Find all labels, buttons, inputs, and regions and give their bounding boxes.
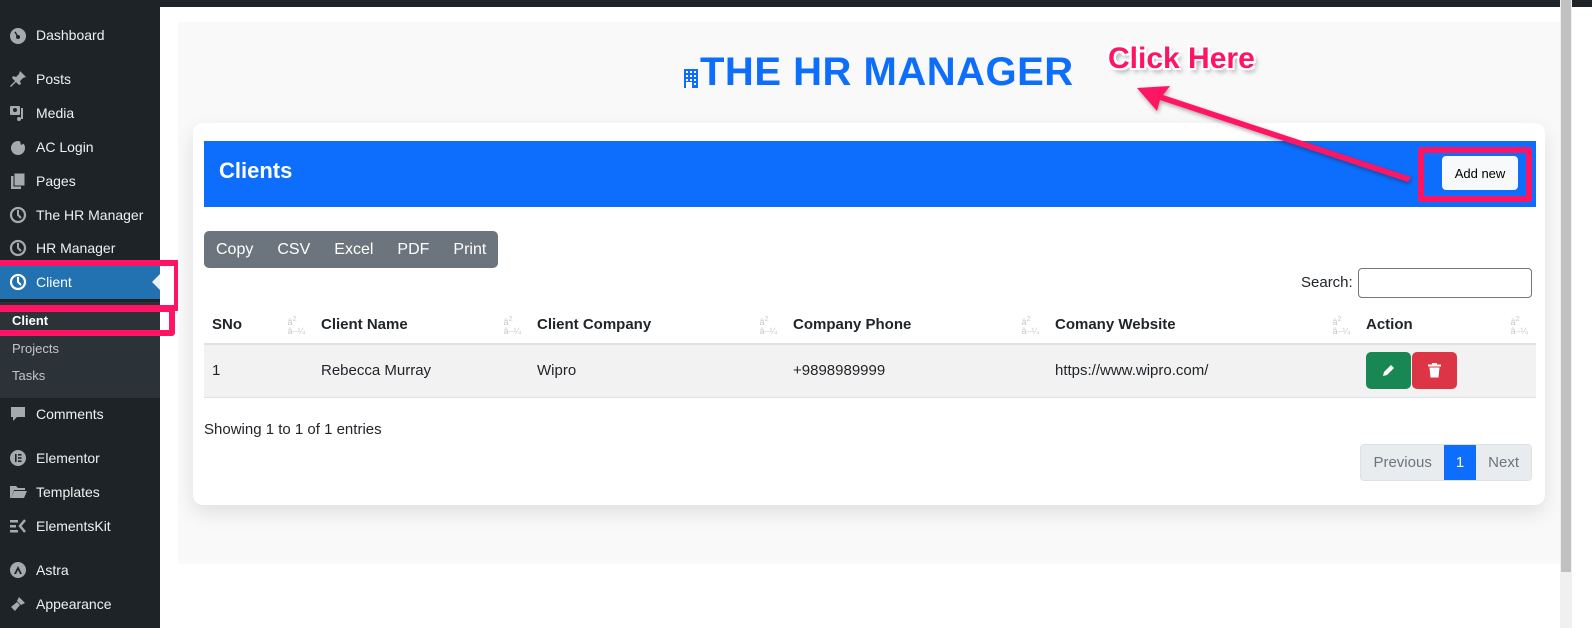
- comment-icon: [8, 404, 28, 424]
- next-button[interactable]: Next: [1476, 445, 1531, 480]
- print-button[interactable]: Print: [441, 231, 498, 268]
- current-menu-arrow: [152, 274, 160, 290]
- sort-icon[interactable]: â2 â–¼: [287, 314, 305, 336]
- clients-card: Clients Add new Copy CSV Excel PDF Print…: [193, 123, 1545, 505]
- elementor-icon: [8, 448, 28, 468]
- sidebar-item-appearance[interactable]: Appearance: [0, 587, 160, 621]
- sidebar-item-media[interactable]: Media: [0, 96, 160, 130]
- column-header-client-name[interactable]: Client Name â2 â–¼: [313, 306, 529, 345]
- column-header-company-website[interactable]: Comany Website â2 â–¼: [1047, 306, 1358, 345]
- sidebar-item-label: The HR Manager: [36, 207, 144, 223]
- pages-icon: [8, 171, 28, 191]
- sidebar-item-label: Elementor: [36, 450, 100, 466]
- excel-button[interactable]: Excel: [322, 231, 385, 268]
- column-header-sno[interactable]: SNo â2 â–¼: [204, 306, 313, 345]
- elementskit-icon: [8, 516, 28, 536]
- clients-table: SNo â2 â–¼ Client Name â2 â–¼ Client Company…: [204, 306, 1536, 398]
- sidebar-item-dashboard[interactable]: Dashboard: [0, 18, 160, 52]
- sort-icon[interactable]: â2 â–¼: [1510, 314, 1528, 336]
- edit-button[interactable]: [1366, 352, 1411, 390]
- pagination: Previous 1 Next: [1360, 444, 1532, 481]
- cell-sno: 1: [204, 344, 313, 398]
- sidebar-item-label: Pages: [36, 173, 76, 189]
- table-header-row: SNo â2 â–¼ Client Name â2 â–¼ Client Company…: [204, 306, 1536, 345]
- cell-client-name: Rebecca Murray: [313, 344, 529, 398]
- sidebar-item-label: ElementsKit: [36, 518, 111, 534]
- sort-icon[interactable]: â2 â–¼: [503, 314, 521, 336]
- clock-icon: [8, 205, 28, 225]
- pencil-icon: [1383, 365, 1394, 377]
- sidebar-item-label: Templates: [36, 484, 100, 500]
- admin-sidebar: Dashboard Posts Media AC Login Pages The…: [0, 0, 160, 628]
- sidebar-item-label: Client: [36, 274, 72, 290]
- cell-action: [1358, 344, 1536, 398]
- search-label: Search:: [1301, 274, 1353, 291]
- sort-icon[interactable]: â2 â–¼: [1332, 314, 1350, 336]
- export-button-group: Copy CSV Excel PDF Print: [204, 231, 499, 268]
- card-header: Clients Add new: [204, 141, 1536, 207]
- submenu-item-client[interactable]: Client: [12, 313, 48, 328]
- sidebar-item-astra[interactable]: Astra: [0, 553, 160, 587]
- sidebar-item-elementor[interactable]: Elementor: [0, 441, 160, 475]
- sidebar-item-pages[interactable]: Pages: [0, 164, 160, 198]
- scrollbar-thumb[interactable]: [1561, 0, 1571, 572]
- ac-login-icon: [8, 137, 28, 157]
- search-input[interactable]: [1358, 268, 1532, 298]
- column-header-company-phone[interactable]: Company Phone â2 â–¼: [785, 306, 1047, 345]
- admin-bar: [0, 0, 1592, 7]
- table-info: Showing 1 to 1 of 1 entries: [204, 421, 382, 438]
- client-submenu: Client Projects Tasks: [0, 302, 160, 398]
- sidebar-item-label: Media: [36, 105, 75, 121]
- copy-button[interactable]: Copy: [204, 231, 265, 268]
- sidebar-item-templates[interactable]: Templates: [0, 475, 160, 509]
- submenu-item-projects[interactable]: Projects: [12, 341, 59, 356]
- clock-icon: [8, 238, 28, 258]
- astra-icon: [8, 560, 28, 580]
- sidebar-item-label: Astra: [36, 562, 69, 578]
- delete-button[interactable]: [1412, 352, 1457, 390]
- sidebar-item-client[interactable]: Client: [0, 265, 160, 299]
- previous-button[interactable]: Previous: [1361, 445, 1444, 480]
- add-new-button[interactable]: Add new: [1442, 156, 1518, 190]
- folder-icon: [8, 482, 28, 502]
- card-title: Clients: [219, 158, 293, 183]
- cell-company-website: https://www.wipro.com/: [1047, 344, 1358, 398]
- building-icon: [684, 53, 698, 98]
- page-title-text: THE HR MANAGER: [700, 50, 1074, 94]
- column-header-client-company[interactable]: Client Company â2 â–¼: [529, 306, 785, 345]
- column-header-action[interactable]: Action â2 â–¼: [1358, 306, 1536, 345]
- sidebar-item-comments[interactable]: Comments: [0, 397, 160, 431]
- pin-icon: [8, 69, 28, 89]
- page-1-button[interactable]: 1: [1443, 445, 1477, 480]
- sidebar-item-the-hr-manager[interactable]: The HR Manager: [0, 198, 160, 232]
- sidebar-item-hr-manager[interactable]: HR Manager: [0, 231, 160, 265]
- sidebar-item-label: Posts: [36, 71, 72, 87]
- csv-button[interactable]: CSV: [265, 231, 322, 268]
- sidebar-item-ac-login[interactable]: AC Login: [0, 130, 160, 164]
- cell-client-company: Wipro: [529, 344, 785, 398]
- table-row: 1 Rebecca Murray Wipro +9898989999 https…: [204, 344, 1536, 398]
- sort-icon[interactable]: â2 â–¼: [1021, 314, 1039, 336]
- page-title: THE HR MANAGER: [684, 50, 1074, 98]
- pdf-button[interactable]: PDF: [385, 231, 441, 268]
- trash-icon: [1428, 363, 1441, 378]
- cell-company-phone: +9898989999: [785, 344, 1047, 398]
- brush-icon: [8, 594, 28, 614]
- sidebar-item-label: Appearance: [36, 596, 112, 612]
- clock-icon: [8, 272, 28, 292]
- sidebar-item-label: Dashboard: [36, 27, 105, 43]
- sidebar-item-elementskit[interactable]: ElementsKit: [0, 509, 160, 543]
- sidebar-item-posts[interactable]: Posts: [0, 62, 160, 96]
- media-icon: [8, 103, 28, 123]
- sidebar-item-label: Comments: [36, 406, 104, 422]
- dashboard-icon: [8, 25, 28, 45]
- sidebar-item-label: AC Login: [36, 139, 94, 155]
- sort-icon[interactable]: â2 â–¼: [759, 314, 777, 336]
- sidebar-item-label: HR Manager: [36, 240, 116, 256]
- click-here-annotation: Click Here: [1108, 42, 1255, 75]
- submenu-item-tasks[interactable]: Tasks: [12, 368, 45, 383]
